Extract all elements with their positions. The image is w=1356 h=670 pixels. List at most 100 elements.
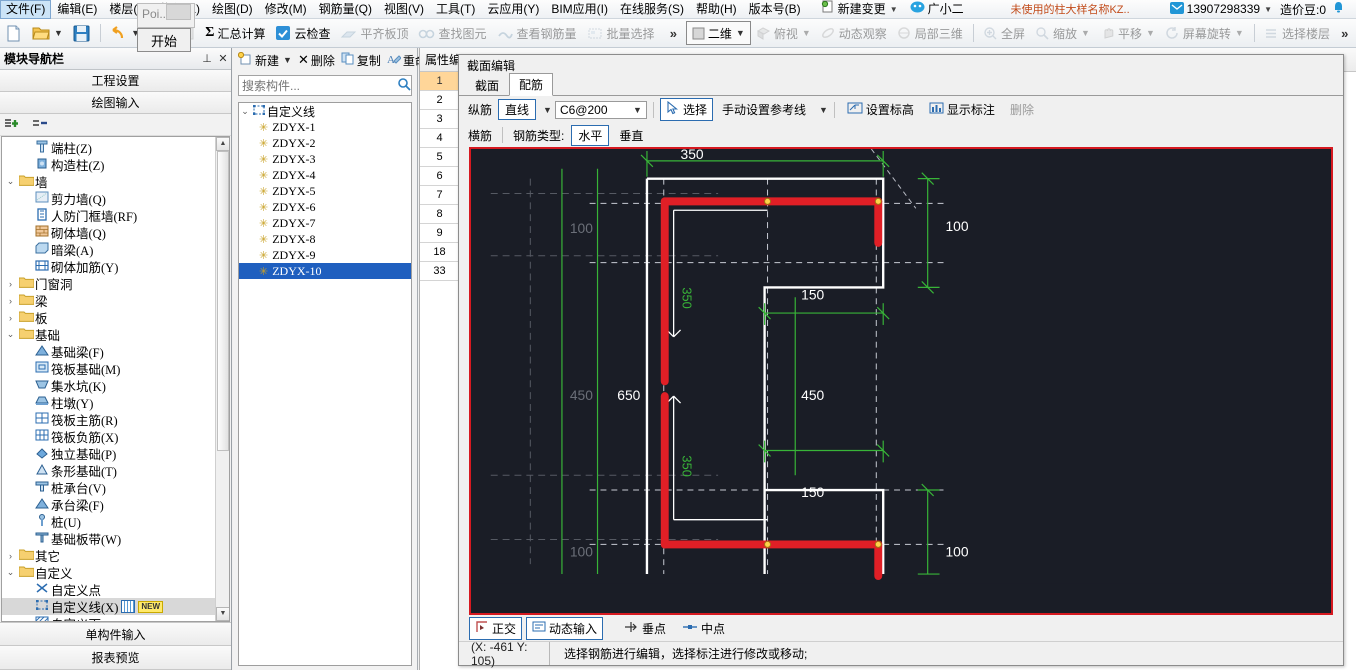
pan-chevron-icon[interactable]: ▼ xyxy=(1146,28,1155,38)
sidebar-tree-item[interactable]: 桩(U) xyxy=(2,513,229,530)
property-grid-row-header[interactable]: 8 xyxy=(420,205,460,224)
summary-calc-button[interactable]: Σ 汇总计算 xyxy=(200,21,270,45)
sidebar-tree-item[interactable]: 集水坑(K) xyxy=(2,377,229,394)
points-label[interactable]: 造价豆:0 xyxy=(1280,1,1326,18)
search-box[interactable] xyxy=(238,75,412,96)
new-component-chevron-icon[interactable]: ▼ xyxy=(283,55,292,65)
zoom-button[interactable]: 缩放 ▼ xyxy=(1030,21,1095,45)
component-list-item[interactable]: ✳ ZDYX-4 xyxy=(239,167,411,183)
menu-item-modify[interactable]: 修改(M) xyxy=(259,0,313,19)
open-chevron-icon[interactable]: ▼ xyxy=(54,28,63,38)
open-file-button[interactable]: ▼ xyxy=(27,21,68,45)
toolbar-overflow-button[interactable]: » xyxy=(664,26,683,41)
sidebar-section-project-settings[interactable]: 工程设置 xyxy=(0,70,231,92)
save-button[interactable] xyxy=(68,21,95,45)
batch-select-button[interactable]: 批量选择 xyxy=(582,21,660,45)
section-canvas-container[interactable]: 350 100 150 450 150 100 650 100 450 100 … xyxy=(469,147,1333,615)
copy-component-button[interactable]: 复制 xyxy=(338,50,384,71)
sidebar-tree-item[interactable]: ⌄ 基础 xyxy=(2,326,229,343)
assistant-button[interactable]: 广小二 xyxy=(904,0,970,20)
component-tree-root[interactable]: ⌄ 自定义线 xyxy=(239,103,411,119)
sidebar-tree-item[interactable]: 独立基础(P) xyxy=(2,445,229,462)
sidebar-scrollbar[interactable]: ▲ ▼ xyxy=(215,137,229,621)
sidebar-section-draw-input[interactable]: 绘图输入 xyxy=(0,92,231,114)
sidebar-tree-item[interactable]: ⌄ 墙 xyxy=(2,173,229,190)
popup-start-button[interactable]: 开始 xyxy=(137,28,191,52)
section-canvas[interactable]: 350 100 150 450 150 100 650 100 450 100 … xyxy=(471,149,1331,584)
component-list-item[interactable]: ✳ ZDYX-1 xyxy=(239,119,411,135)
sidebar-tree-item[interactable]: 自定义点 xyxy=(2,581,229,598)
sidebar-tree-item[interactable]: 基础梁(F) xyxy=(2,343,229,360)
account-chevron-icon[interactable]: ▼ xyxy=(1264,5,1272,14)
expand-all-icon[interactable] xyxy=(4,116,22,133)
sidebar-tree-item[interactable]: 自定义面 xyxy=(2,615,229,621)
top-view-chevron-icon[interactable]: ▼ xyxy=(802,28,811,38)
pan-button[interactable]: 平移 ▼ xyxy=(1095,21,1160,45)
sidebar-tree-item[interactable]: 筏板主筋(R) xyxy=(2,411,229,428)
sidebar-tree-item[interactable]: 桩承台(V) xyxy=(2,479,229,496)
delete-rebar-button[interactable]: 删除 xyxy=(1004,98,1040,121)
menu-item-cloud[interactable]: 云应用(Y) xyxy=(481,0,545,19)
bell-icon[interactable] xyxy=(1332,1,1345,18)
manual-reference-line-button[interactable]: 手动设置参考线 xyxy=(716,98,812,121)
tab-section[interactable]: 截面 xyxy=(465,74,509,96)
sidebar-section-report-preview[interactable]: 报表预览 xyxy=(0,646,231,670)
scroll-down-icon[interactable]: ▼ xyxy=(216,607,229,621)
chevron-right-icon[interactable]: › xyxy=(4,279,17,289)
sidebar-tree-item[interactable]: 人防门框墙(RF) xyxy=(2,207,229,224)
chevron-right-icon[interactable]: › xyxy=(4,551,17,561)
menu-item-draw[interactable]: 绘图(D) xyxy=(206,0,259,19)
rebar-spec-select[interactable]: C6@200 ▼ xyxy=(554,100,647,119)
screen-rotate-button[interactable]: 屏幕旋转 ▼ xyxy=(1160,21,1249,45)
set-elevation-button[interactable]: 设置标高 xyxy=(841,98,920,121)
search-input[interactable] xyxy=(242,78,397,93)
ortho-toggle-button[interactable]: 正交 xyxy=(469,616,523,640)
sidebar-tree-item[interactable]: 端柱(Z) xyxy=(2,139,229,156)
new-change-button[interactable]: 新建变更 ▼ xyxy=(815,0,904,20)
component-list-item[interactable]: ✳ ZDYX-8 xyxy=(239,231,411,247)
search-icon[interactable] xyxy=(397,77,411,94)
property-grid-row-header[interactable]: 2 xyxy=(420,91,460,110)
sidebar-tree-item[interactable]: › 其它 xyxy=(2,547,229,564)
rebar-spec-chevron-icon[interactable]: ▼ xyxy=(633,105,642,115)
screen-rotate-chevron-icon[interactable]: ▼ xyxy=(1235,28,1244,38)
component-list-item[interactable]: ✳ ZDYX-6 xyxy=(239,199,411,215)
cloud-check-button[interactable]: 云检查 xyxy=(270,21,335,45)
property-grid-row-header[interactable]: 5 xyxy=(420,148,460,167)
sidebar-tree-item[interactable]: › 板 xyxy=(2,309,229,326)
sidebar-tree-item[interactable]: 暗梁(A) xyxy=(2,241,229,258)
component-list-item[interactable]: ✳ ZDYX-3 xyxy=(239,151,411,167)
view-2d-button[interactable]: 二维 ▼ xyxy=(685,21,751,45)
component-list-item[interactable]: ✳ ZDYX-9 xyxy=(239,247,411,263)
zoom-chevron-icon[interactable]: ▼ xyxy=(1081,28,1090,38)
property-grid-row-header[interactable]: 33 xyxy=(420,262,460,281)
sidebar-tree-item[interactable]: 自定义线(X) NEW xyxy=(2,598,229,615)
flatten-top-button[interactable]: 平齐板顶 xyxy=(335,21,413,45)
menu-item-help[interactable]: 帮助(H) xyxy=(690,0,743,19)
menu-item-view[interactable]: 视图(V) xyxy=(378,0,430,19)
component-list-item[interactable]: ✳ ZDYX-2 xyxy=(239,135,411,151)
menu-item-version[interactable]: 版本号(B) xyxy=(743,0,807,19)
dynamic-input-button[interactable]: 动态输入 xyxy=(526,616,604,640)
sidebar-tree-item[interactable]: 筏板负筋(X) xyxy=(2,428,229,445)
chevron-right-icon[interactable]: › xyxy=(4,296,17,306)
sidebar-tree-item[interactable]: 基础板带(W) xyxy=(2,530,229,547)
tab-reinforcement[interactable]: 配筋 xyxy=(509,73,554,96)
draw-mode-chevron-icon[interactable]: ▼ xyxy=(543,105,552,115)
chevron-right-icon[interactable]: › xyxy=(4,313,17,323)
dynamic-observe-button[interactable]: 动态观察 xyxy=(816,21,892,45)
chevron-down-icon[interactable]: ⌄ xyxy=(239,106,251,117)
property-grid-row-header[interactable]: 1 xyxy=(420,72,460,91)
sidebar-tree-item[interactable]: 砌体墙(Q) xyxy=(2,224,229,241)
chevron-down-icon[interactable]: ⌄ xyxy=(4,567,17,578)
rebar-type-vertical-button[interactable]: 垂直 xyxy=(613,124,649,147)
show-annotation-button[interactable]: 显示标注 xyxy=(923,98,1001,121)
select-floor-button[interactable]: 选择楼层 xyxy=(1259,21,1335,45)
property-grid-row-header[interactable]: 6 xyxy=(420,167,460,186)
menu-item-edit[interactable]: 编辑(E) xyxy=(51,0,103,19)
property-grid-row-header[interactable]: 4 xyxy=(420,129,460,148)
view-2d-chevron-icon[interactable]: ▼ xyxy=(736,28,745,38)
sidebar-tree-item[interactable]: 筏板基础(M) xyxy=(2,360,229,377)
perpendicular-point-button[interactable]: 垂点 xyxy=(617,617,672,640)
chevron-down-icon[interactable]: ▼ xyxy=(890,2,898,17)
